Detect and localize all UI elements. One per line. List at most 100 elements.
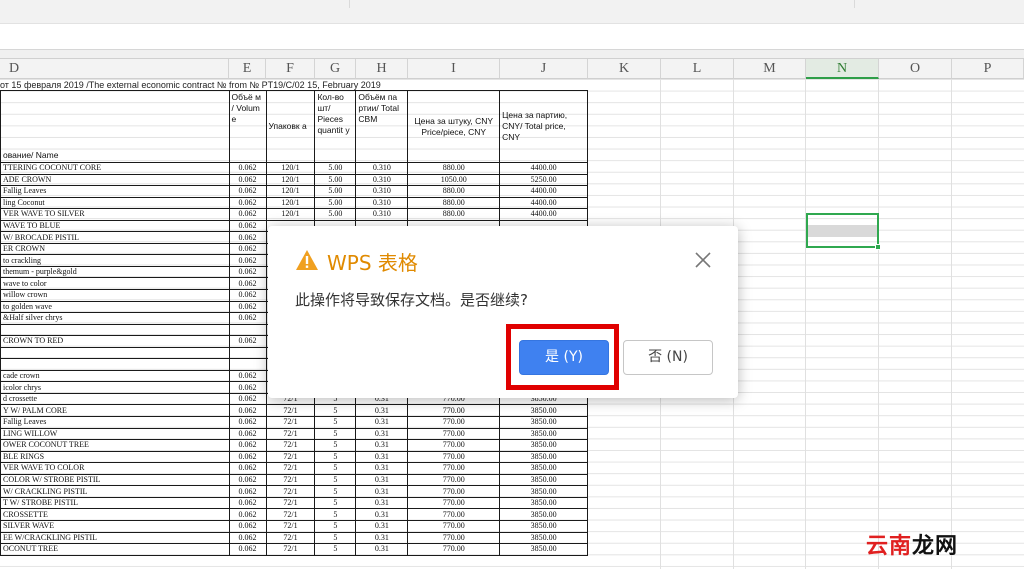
header-pieces[interactable]: Кол-во шт/ Pieces quantit y bbox=[314, 90, 357, 163]
column-header-g[interactable]: G bbox=[315, 59, 356, 79]
table-cell[interactable]: COLOR W/ STROBE PISTIL bbox=[0, 473, 230, 487]
no-button[interactable]: 否 (N) bbox=[623, 340, 713, 375]
table-cell[interactable]: themum - purple&gold bbox=[0, 265, 230, 279]
column-header-o[interactable]: O bbox=[879, 59, 952, 79]
table-cell[interactable]: 72/1 bbox=[265, 485, 316, 498]
table-cell[interactable] bbox=[0, 358, 230, 371]
table-cell[interactable]: 0.062 bbox=[228, 369, 267, 383]
table-cell[interactable]: 0.31 bbox=[355, 531, 409, 545]
table-cell[interactable]: 0.062 bbox=[228, 462, 267, 475]
column-header-d[interactable]: D bbox=[0, 59, 229, 79]
table-cell[interactable]: 0.062 bbox=[228, 404, 267, 418]
table-cell[interactable]: 4400.00 bbox=[499, 208, 588, 221]
column-header-i[interactable]: I bbox=[408, 59, 500, 79]
table-cell[interactable]: 0.062 bbox=[228, 196, 267, 210]
table-cell[interactable]: 72/1 bbox=[265, 519, 316, 533]
header-volume[interactable]: Объё м / Volum е bbox=[228, 90, 267, 163]
table-cell[interactable]: 770.00 bbox=[407, 531, 501, 545]
table-cell[interactable]: 4400.00 bbox=[499, 162, 588, 175]
table-cell[interactable]: 770.00 bbox=[407, 496, 501, 510]
close-icon[interactable] bbox=[693, 250, 713, 270]
table-cell[interactable]: LING WILLOW bbox=[0, 427, 230, 441]
table-cell[interactable]: &Half silver chrys bbox=[0, 312, 230, 325]
table-cell[interactable]: 5 bbox=[314, 473, 357, 487]
column-header-j[interactable]: J bbox=[500, 59, 588, 79]
table-cell[interactable]: 0.062 bbox=[228, 231, 267, 244]
table-cell[interactable]: 770.00 bbox=[407, 543, 501, 556]
table-cell[interactable]: OCONUT TREE bbox=[0, 543, 230, 556]
table-cell[interactable]: 5 bbox=[314, 462, 357, 475]
table-cell[interactable]: TTERING COCONUT CORE bbox=[0, 162, 230, 175]
column-header-h[interactable]: H bbox=[356, 59, 408, 79]
table-cell[interactable]: 0.062 bbox=[228, 439, 267, 452]
table-cell[interactable]: 770.00 bbox=[407, 416, 501, 429]
table-cell[interactable]: 0.31 bbox=[355, 496, 409, 510]
table-cell[interactable]: 0.31 bbox=[355, 473, 409, 487]
table-cell[interactable]: 0.062 bbox=[228, 300, 267, 314]
table-cell[interactable]: 0.31 bbox=[355, 462, 409, 475]
table-cell[interactable]: 0.31 bbox=[355, 519, 409, 533]
table-cell[interactable]: VER WAVE TO SILVER bbox=[0, 208, 230, 221]
header-name[interactable]: ование/ Name bbox=[0, 90, 230, 163]
table-cell[interactable]: 770.00 bbox=[407, 439, 501, 452]
table-cell[interactable]: 72/1 bbox=[265, 473, 316, 487]
table-cell[interactable]: 770.00 bbox=[407, 473, 501, 487]
table-cell[interactable]: 72/1 bbox=[265, 531, 316, 545]
table-cell[interactable]: 5 bbox=[314, 404, 357, 418]
table-cell[interactable]: 5 bbox=[314, 485, 357, 498]
table-cell[interactable]: 0.062 bbox=[228, 473, 267, 487]
table-cell[interactable]: 5 bbox=[314, 439, 357, 452]
table-cell[interactable]: 120/1 bbox=[265, 173, 316, 187]
table-cell[interactable] bbox=[0, 346, 230, 360]
table-cell[interactable]: 0.062 bbox=[228, 485, 267, 498]
table-cell[interactable]: 770.00 bbox=[407, 462, 501, 475]
table-cell[interactable]: 120/1 bbox=[265, 185, 316, 198]
table-cell[interactable]: 0.31 bbox=[355, 508, 409, 521]
table-cell[interactable]: 0.062 bbox=[228, 208, 267, 221]
table-cell[interactable] bbox=[228, 358, 267, 371]
table-cell[interactable]: 5.00 bbox=[314, 208, 357, 221]
table-cell[interactable]: 5 bbox=[314, 450, 357, 464]
table-cell[interactable]: 0.31 bbox=[355, 543, 409, 556]
column-header-l[interactable]: L bbox=[661, 59, 734, 79]
table-cell[interactable] bbox=[228, 346, 267, 360]
table-cell[interactable]: 5.00 bbox=[314, 162, 357, 175]
table-cell[interactable]: 5 bbox=[314, 543, 357, 556]
table-cell[interactable]: 5 bbox=[314, 416, 357, 429]
table-cell[interactable]: 72/1 bbox=[265, 496, 316, 510]
header-total-cbm[interactable]: Объём па ртии/ Total CBM bbox=[355, 90, 409, 163]
table-cell[interactable]: ling Coconut bbox=[0, 196, 230, 210]
table-cell[interactable]: 72/1 bbox=[265, 508, 316, 521]
header-packing[interactable]: Упаковк а bbox=[265, 90, 316, 163]
column-header-p[interactable]: P bbox=[952, 59, 1024, 79]
fill-handle[interactable] bbox=[875, 244, 881, 250]
table-cell[interactable]: OWER COCONUT TREE bbox=[0, 439, 230, 452]
table-cell[interactable]: 0.062 bbox=[228, 289, 267, 302]
table-cell[interactable]: 0.31 bbox=[355, 416, 409, 429]
table-cell[interactable]: SILVER WAVE bbox=[0, 519, 230, 533]
table-cell[interactable]: 0.062 bbox=[228, 254, 267, 267]
table-cell[interactable]: 5250.00 bbox=[499, 173, 588, 187]
table-cell[interactable]: 0.062 bbox=[228, 531, 267, 545]
table-cell[interactable]: 3850.00 bbox=[499, 416, 588, 429]
table-cell[interactable]: Y W/ PALM CORE bbox=[0, 404, 230, 418]
table-cell[interactable]: EE W/CRACKLING PISTIL bbox=[0, 531, 230, 545]
table-cell[interactable]: to crackling bbox=[0, 254, 230, 267]
table-cell[interactable]: 5 bbox=[314, 531, 357, 545]
table-cell[interactable]: 0.062 bbox=[228, 496, 267, 510]
table-cell[interactable]: 0.31 bbox=[355, 485, 409, 498]
table-cell[interactable]: 770.00 bbox=[407, 508, 501, 521]
table-cell[interactable]: WAVE TO BLUE bbox=[0, 219, 230, 233]
column-header-e[interactable]: E bbox=[229, 59, 266, 79]
table-cell[interactable]: 880.00 bbox=[407, 185, 501, 198]
table-cell[interactable]: 770.00 bbox=[407, 485, 501, 498]
table-cell[interactable]: wave to color bbox=[0, 277, 230, 290]
yes-button[interactable]: 是 (Y) bbox=[519, 340, 609, 375]
table-cell[interactable] bbox=[228, 323, 267, 337]
table-cell[interactable]: 5 bbox=[314, 496, 357, 510]
table-cell[interactable]: 4400.00 bbox=[499, 185, 588, 198]
table-cell[interactable]: ADE CROWN bbox=[0, 173, 230, 187]
table-cell[interactable]: 3850.00 bbox=[499, 485, 588, 498]
table-cell[interactable]: VER WAVE TO COLOR bbox=[0, 462, 230, 475]
table-cell[interactable]: 3850.00 bbox=[499, 404, 588, 418]
